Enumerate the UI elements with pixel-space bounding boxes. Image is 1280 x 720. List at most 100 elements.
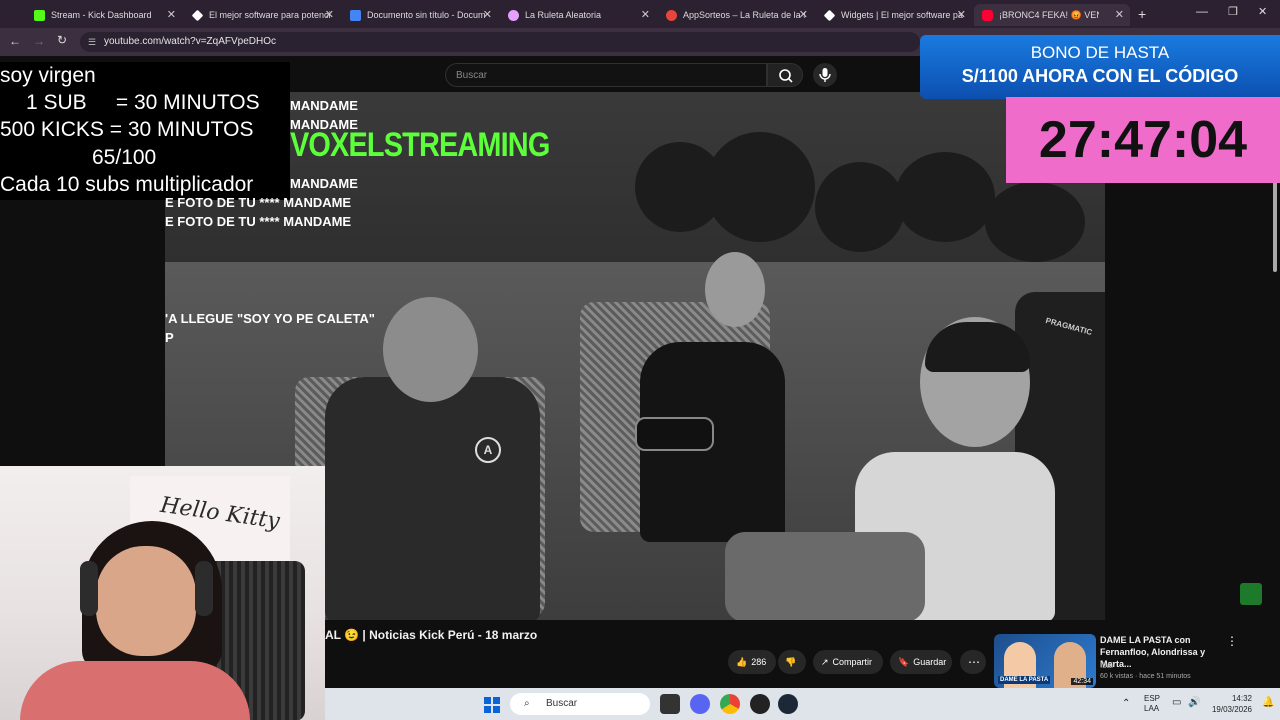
headphone-right	[195, 561, 213, 616]
recommendation-meta: 60 k vistas · hace 51 minutos	[1100, 673, 1191, 680]
close-icon[interactable]: ✕	[1115, 8, 1124, 21]
forward-arrow-icon[interactable]: →	[33, 34, 45, 48]
share-button[interactable]: ↗ Compartir	[813, 650, 883, 674]
background-tree	[705, 132, 815, 242]
input-language[interactable]: ESP LAA	[1144, 694, 1160, 714]
new-tab-button[interactable]: +	[1138, 6, 1146, 22]
site-info-icon[interactable]: ☰	[88, 32, 96, 52]
maximize-button[interactable]: ❐	[1228, 5, 1238, 18]
like-button[interactable]: 👍 286	[728, 650, 776, 674]
close-icon[interactable]: ✕	[641, 8, 650, 21]
windows-taskbar	[325, 688, 1280, 720]
share-label: Compartir	[832, 657, 873, 667]
close-icon[interactable]: ✕	[957, 8, 966, 21]
reload-icon[interactable]: ↻	[57, 33, 67, 47]
tab-title: Stream - Kick Dashboard	[51, 10, 152, 20]
bono-line-2: S/1100 AHORA CON EL CÓDIGO	[961, 66, 1239, 86]
sub-goal-counter: 65/100	[92, 146, 157, 169]
kick-icon	[34, 9, 45, 21]
sub-rule: 1 SUB = 30 MINUTOS	[26, 91, 260, 114]
minimize-button[interactable]: —	[1196, 4, 1208, 18]
overlay-line: soy virgen	[0, 64, 96, 87]
chair-brand-text: PRAGMATIC	[1044, 315, 1094, 338]
tab-kick-dashboard[interactable]: Stream - Kick Dashboard ✕	[26, 4, 182, 26]
steam-icon[interactable]	[778, 694, 798, 714]
chat-message: E FOTO DE TU **** MANDAME	[165, 195, 352, 210]
volume-icon[interactable]: 🔊	[1188, 697, 1200, 708]
tab-youtube-active[interactable]: ¡BRONC4 FEKA! 😡 VEN ✕	[974, 4, 1130, 26]
lang-layout: LAA	[1144, 704, 1160, 713]
recommendation-channel[interactable]: Ibai	[1100, 661, 1113, 670]
recommendation-title-text: DAME LA PASTA con Fernanfloo, Alondrissa…	[1100, 635, 1206, 669]
video-duration: 42:34	[1071, 678, 1093, 685]
chat-message: E FOTO DE TU **** MANDAME	[165, 214, 352, 229]
thumb-caption: DAME LA PASTA	[998, 676, 1051, 684]
chrome-icon[interactable]	[720, 694, 740, 714]
taskbar-search-placeholder: Buscar	[546, 698, 578, 709]
webcam-overlay: Hello Kitty	[0, 466, 325, 720]
streamer-face	[96, 546, 196, 656]
more-actions-button[interactable]: ⋯	[960, 650, 986, 674]
clock-date: 19/03/2026	[1211, 705, 1252, 714]
tab-widgets[interactable]: Widgets | El mejor software par ✕	[816, 4, 972, 26]
subathon-timer: 27:47:04	[1006, 97, 1280, 183]
search-icon: ⌕	[524, 698, 530, 709]
like-count: 286	[751, 657, 767, 667]
streamelements-icon	[823, 9, 836, 21]
chevron-up-icon[interactable]: ⌃	[1122, 698, 1130, 709]
tab-title: Documento sin título - Docum	[367, 10, 486, 20]
background-tree	[985, 182, 1085, 262]
back-arrow-icon[interactable]: ←	[9, 34, 21, 48]
close-icon[interactable]: ✕	[799, 8, 808, 21]
shirt-logo: A	[475, 437, 501, 463]
kick-widget-icon	[1240, 583, 1262, 605]
notifications-icon[interactable]: 🔔	[1262, 697, 1274, 708]
clock[interactable]: 14:32 19/03/2026	[1208, 693, 1252, 715]
tab-appsorteos[interactable]: AppSorteos – La Ruleta de la S ✕	[658, 4, 814, 26]
tab-title: Widgets | El mejor software par	[841, 10, 963, 20]
windows-logo	[484, 697, 500, 713]
close-window-button[interactable]: ✕	[1258, 5, 1267, 18]
task-view-icon[interactable]	[660, 694, 680, 714]
search-icon	[779, 69, 793, 83]
tab-title: ¡BRONC4 FEKA! 😡 VEN	[999, 9, 1099, 20]
more-icon: ⋯	[968, 655, 980, 669]
multiplier-note: Cada 10 subs multiplicador	[0, 173, 254, 196]
chat-message: MANDAME	[290, 98, 358, 113]
docs-icon	[350, 9, 361, 21]
tab-google-doc[interactable]: Documento sin título - Docum ✕	[342, 4, 498, 26]
voice-search-button[interactable]	[813, 63, 837, 87]
video-title: AL 😉 | Noticias Kick Perú - 18 marzo	[325, 628, 538, 642]
recommendation-title[interactable]: DAME LA PASTA con Fernanfloo, Alondrissa…	[1100, 634, 1225, 670]
windows-start-icon[interactable]	[484, 697, 500, 713]
save-button[interactable]: 🔖 Guardar	[890, 650, 952, 674]
close-icon[interactable]: ✕	[483, 8, 492, 21]
tab-software-1[interactable]: El mejor software para potenci ✕	[184, 4, 340, 26]
person-left-head	[383, 297, 478, 402]
taskbar-search-input[interactable]: ⌕ Buscar	[510, 693, 650, 715]
tab-ruleta[interactable]: La Ruleta Aleatoria ✕	[500, 4, 656, 26]
clock-time: 14:32	[1231, 694, 1252, 703]
url-text: youtube.com/watch?v=ZqAFVpeDHOc	[104, 36, 277, 47]
bono-banner: BONO DE HASTA S/1100 AHORA CON EL CÓDIGO	[920, 35, 1280, 99]
save-label: Guardar	[913, 657, 947, 667]
url-field[interactable]: ☰ youtube.com/watch?v=ZqAFVpeDHOc	[80, 32, 920, 52]
obs-icon[interactable]	[750, 694, 770, 714]
thumbs-up-icon: 👍	[736, 656, 748, 667]
close-icon[interactable]: ✕	[325, 8, 334, 21]
microphone-icon	[819, 68, 831, 82]
tab-title: La Ruleta Aleatoria	[525, 10, 602, 20]
dislike-button[interactable]: 👎	[778, 650, 806, 674]
chat-message: P	[165, 330, 174, 345]
recommendation-thumbnail[interactable]: DAME LA PASTA 42:34	[994, 634, 1096, 688]
person-right-legs	[725, 532, 925, 620]
youtube-search-input[interactable]: Buscar	[445, 63, 767, 87]
headphone-left	[80, 561, 98, 616]
discord-icon[interactable]	[690, 694, 710, 714]
network-icon[interactable]: ▭	[1172, 697, 1181, 708]
youtube-icon	[982, 9, 993, 21]
chat-message: 'A LLEGUE "SOY YO PE CALETA"	[165, 311, 375, 326]
youtube-search-button[interactable]	[767, 63, 803, 87]
recommendation-menu-icon[interactable]: ⋮	[1226, 634, 1238, 648]
close-icon[interactable]: ✕	[167, 8, 176, 21]
